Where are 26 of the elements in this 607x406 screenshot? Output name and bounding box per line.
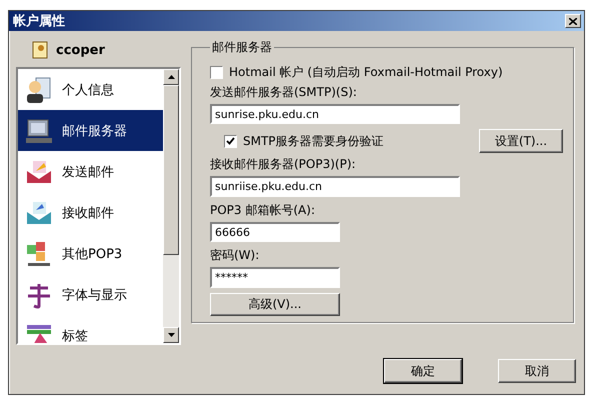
smtp-field[interactable]: sunrise.pku.edu.cn xyxy=(210,104,460,124)
close-button[interactable] xyxy=(565,14,581,28)
checkbox-label: SMTP服务器需要身份验证 xyxy=(243,132,384,150)
up-arrow-icon xyxy=(168,75,174,79)
group-title: 邮件服务器 xyxy=(211,39,273,56)
window-title: 帐户属性 xyxy=(13,12,65,30)
down-arrow-icon xyxy=(168,333,174,337)
cancel-button[interactable]: 取消 xyxy=(498,359,576,383)
contact-card-icon xyxy=(32,41,48,59)
field-label: 发送邮件服务器(SMTP)(S): xyxy=(210,84,358,101)
field-label: POP3 邮箱帐号(A): xyxy=(210,202,316,219)
ok-button[interactable]: 确定 xyxy=(384,359,462,383)
hotmail-checkbox[interactable] xyxy=(210,66,223,79)
settings-button[interactable]: 设置(T)... xyxy=(479,129,563,154)
account-name: ccoper xyxy=(56,42,105,58)
advanced-button[interactable]: 高级(V)... xyxy=(210,292,340,316)
close-icon xyxy=(569,18,577,24)
category-item[interactable]: 邮件服务器 xyxy=(18,110,163,151)
pop3-field[interactable]: sunriise.pku.edu.cn xyxy=(210,176,460,197)
field-label: 密码(W): xyxy=(210,247,260,264)
field-label: 接收邮件服务器(POP3)(P): xyxy=(210,156,357,174)
checkbox-label: Hotmail 帐户 (自动启动 Foxmail-Hotmail Proxy) xyxy=(229,64,503,81)
account-field[interactable]: 66666 xyxy=(210,222,340,242)
auth-checkbox[interactable] xyxy=(224,134,237,148)
scrollbar[interactable] xyxy=(163,69,179,343)
password-field[interactable]: ****** xyxy=(210,267,340,288)
